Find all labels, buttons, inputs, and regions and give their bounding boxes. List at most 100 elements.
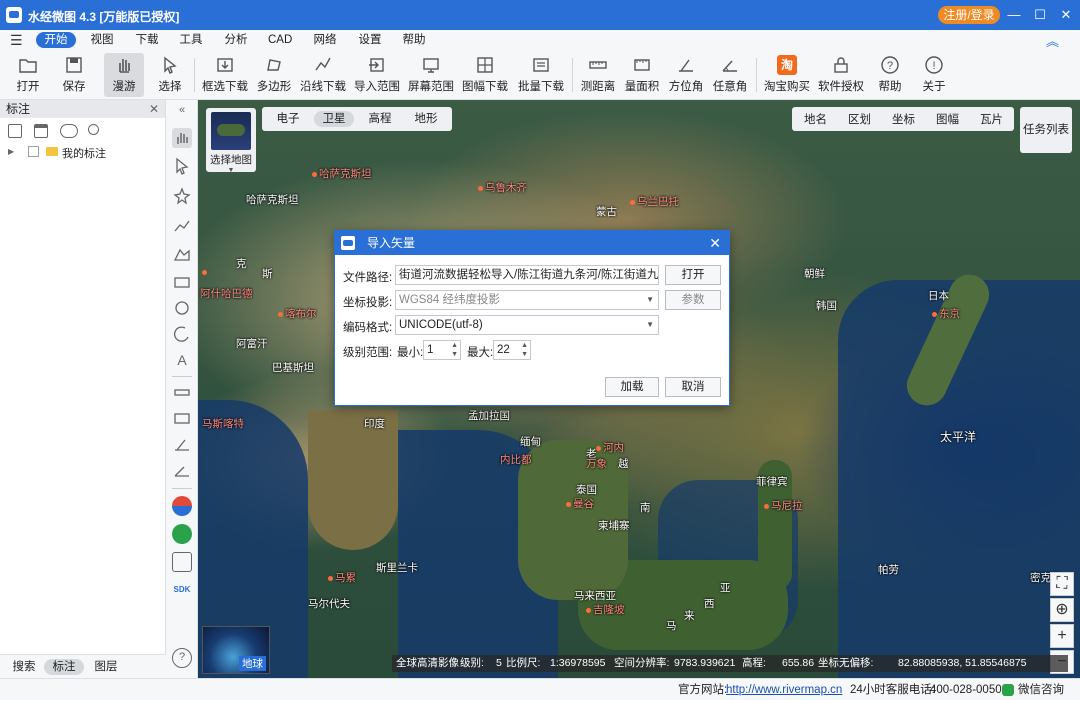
bearing-tool-icon[interactable]: [172, 434, 192, 454]
toggle-place-names[interactable]: 地名: [804, 111, 827, 127]
stepper-arrows-icon[interactable]: ▲ ▼: [521, 341, 528, 359]
new-annotation-icon[interactable]: [8, 124, 22, 138]
map-label: 亚: [720, 582, 731, 594]
maximize-icon[interactable]: ☐: [1030, 6, 1050, 24]
select-button[interactable]: 选择: [152, 53, 188, 97]
menu-download[interactable]: 下载: [135, 32, 159, 48]
locate-icon[interactable]: ⊕: [1050, 598, 1074, 622]
toggle-coordinates[interactable]: 坐标: [892, 111, 915, 127]
tab-annotations[interactable]: 标注: [44, 659, 84, 675]
pointer-tool-icon[interactable]: [172, 156, 192, 176]
bearing-button[interactable]: 方位角: [668, 53, 704, 97]
dialog-app-icon: [341, 236, 355, 250]
globe-view-button[interactable]: 地球: [202, 626, 270, 674]
save-button[interactable]: 保存: [56, 53, 92, 97]
measure-distance-tool-icon[interactable]: [172, 382, 192, 402]
hamburger-icon[interactable]: ☰: [10, 32, 23, 49]
select-map-button[interactable]: 选择地图 ▼: [206, 108, 256, 174]
panel-close-icon[interactable]: ✕: [149, 100, 159, 118]
sheet-download-button[interactable]: 图幅下载: [462, 53, 508, 97]
help-button[interactable]: ? 帮助: [872, 53, 908, 97]
open-file-button[interactable]: 打开: [665, 265, 721, 285]
cloud-icon[interactable]: [60, 124, 78, 138]
sector-tool-icon[interactable]: [172, 324, 192, 344]
menu-start[interactable]: 开始: [36, 32, 76, 48]
menu-view[interactable]: 视图: [90, 32, 114, 48]
status-coord-label: 坐标无偏移:: [818, 657, 874, 669]
mobile-icon[interactable]: [172, 552, 192, 572]
tab-terrain[interactable]: 地形: [414, 111, 438, 127]
collapse-panel-icon[interactable]: «: [172, 104, 192, 124]
poi-icon[interactable]: [172, 524, 192, 544]
open-folder-icon[interactable]: [34, 124, 48, 138]
close-icon[interactable]: ✕: [1056, 6, 1076, 24]
menu-analysis[interactable]: 分析: [224, 32, 248, 48]
license-button[interactable]: 软件授权: [818, 53, 864, 97]
status-elevation-label: 高程:: [742, 657, 766, 669]
cursor-icon: [164, 56, 177, 74]
max-level-stepper[interactable]: 22 ▲ ▼: [493, 340, 531, 360]
angle-tool-icon[interactable]: [172, 460, 192, 480]
rectangle-tool-icon[interactable]: [172, 272, 192, 292]
file-path-field[interactable]: 街道河流数据轻松导入/陈江街道九条河/陈江街道九条河.kml;: [395, 265, 659, 285]
tab-elevation[interactable]: 高程: [368, 111, 392, 127]
pan-button[interactable]: 漫游: [104, 53, 144, 97]
map-label: 吉隆坡: [586, 602, 625, 617]
sdk-icon[interactable]: SDK: [172, 580, 192, 600]
menu-help[interactable]: 帮助: [402, 32, 426, 48]
line-tool-icon[interactable]: [172, 216, 192, 236]
about-button[interactable]: ! 关于: [916, 53, 952, 97]
cancel-button[interactable]: 取消: [665, 377, 721, 397]
menu-tools[interactable]: 工具: [179, 32, 203, 48]
measure-area-button[interactable]: 量面积: [624, 53, 660, 97]
login-button[interactable]: 注册/登录: [938, 6, 1000, 24]
screen-range-button[interactable]: 屏幕范围: [408, 53, 454, 97]
toolbar-divider: [756, 58, 757, 92]
import-range-button[interactable]: 导入范围: [354, 53, 400, 97]
projection-select[interactable]: WGS84 经纬度投影 ▼: [395, 290, 659, 310]
map-label: 乌兰巴托: [630, 194, 679, 209]
expand-arrow-icon[interactable]: ▶: [8, 147, 14, 156]
menu-settings[interactable]: 设置: [358, 32, 382, 48]
toggle-sheets[interactable]: 图幅: [936, 111, 959, 127]
tab-electronic[interactable]: 电子: [276, 111, 300, 127]
footer-wechat[interactable]: 微信咨询: [1018, 679, 1064, 701]
pin-tool-icon[interactable]: [172, 186, 192, 206]
taobao-button[interactable]: 淘 淘宝购买: [764, 53, 810, 97]
task-list-button[interactable]: 任务列表: [1020, 107, 1072, 153]
tab-satellite[interactable]: 卫星: [314, 111, 354, 127]
toggle-tiles[interactable]: 瓦片: [980, 111, 1003, 127]
params-button[interactable]: 参数: [665, 290, 721, 310]
menu-network[interactable]: 网络: [313, 32, 337, 48]
minimize-icon[interactable]: —: [1004, 6, 1024, 24]
encoding-select[interactable]: UNICODE(utf-8) ▼: [395, 315, 659, 335]
tab-layers[interactable]: 图层: [94, 659, 118, 675]
measure-area-tool-icon[interactable]: [172, 408, 192, 428]
help-circle-icon[interactable]: ?: [172, 648, 192, 668]
weather-icon[interactable]: [172, 496, 192, 516]
hand-tool-icon[interactable]: [172, 128, 192, 148]
fullscreen-icon[interactable]: ⛶: [1050, 572, 1074, 596]
search-icon[interactable]: [88, 124, 99, 135]
tab-search[interactable]: 搜索: [12, 659, 36, 675]
polygon-button[interactable]: 多边形: [256, 53, 292, 97]
stepper-arrows-icon[interactable]: ▲ ▼: [451, 341, 458, 359]
circle-tool-icon[interactable]: [172, 298, 192, 318]
load-button[interactable]: 加载: [605, 377, 659, 397]
text-tool-icon[interactable]: A: [172, 350, 192, 370]
line-download-button[interactable]: 沿线下载: [300, 53, 346, 97]
measure-distance-button[interactable]: 测距离: [580, 53, 616, 97]
area-tool-icon[interactable]: [172, 244, 192, 264]
dialog-close-icon[interactable]: ✕: [709, 231, 721, 255]
free-angle-button[interactable]: 任意角: [712, 53, 748, 97]
box-download-button[interactable]: 框选下载: [202, 53, 248, 97]
tree-checkbox[interactable]: [28, 146, 39, 157]
toggle-districts[interactable]: 区划: [848, 111, 871, 127]
open-button[interactable]: 打开: [10, 53, 46, 97]
footer-site-link[interactable]: http://www.rivermap.cn: [726, 679, 842, 701]
zoom-in-button[interactable]: +: [1050, 624, 1074, 648]
min-level-stepper[interactable]: 1 ▲ ▼: [423, 340, 461, 360]
menu-cad[interactable]: CAD: [268, 32, 292, 48]
batch-download-button[interactable]: 批量下载: [518, 53, 564, 97]
collapse-ribbon-icon[interactable]: ︽: [1046, 31, 1059, 50]
